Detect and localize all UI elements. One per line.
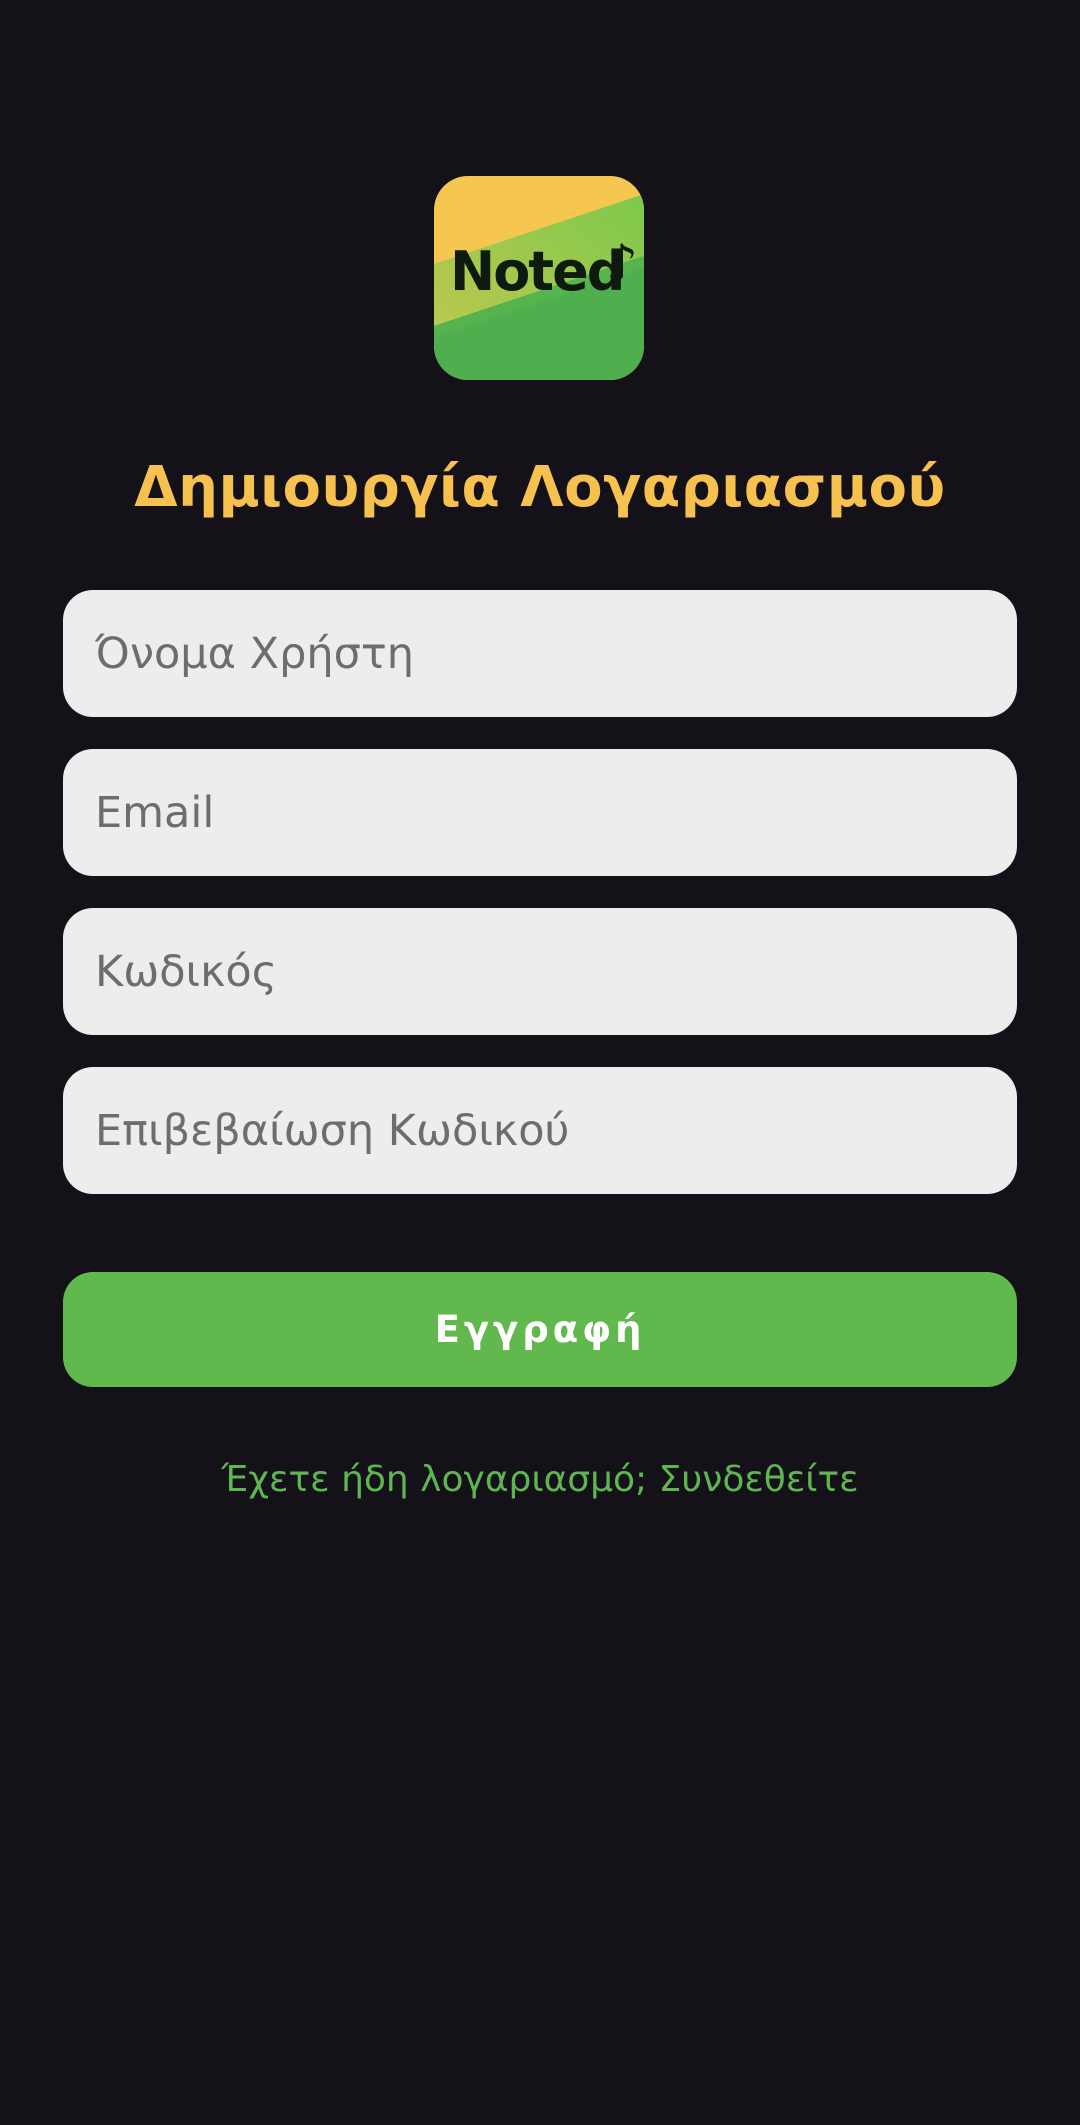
- logo-wordmark: Noted: [450, 240, 623, 303]
- username-input[interactable]: [63, 590, 1017, 717]
- email-input[interactable]: [63, 749, 1017, 876]
- confirm-password-field-container: [63, 1067, 1017, 1194]
- signup-screen: Noted ♪ Δημιουργία Λογαριασμού Εγγραφή Έ…: [0, 0, 1080, 2125]
- username-field-container: [63, 590, 1017, 717]
- confirm-password-input[interactable]: [63, 1067, 1017, 1194]
- app-logo: Noted ♪: [434, 176, 644, 380]
- email-field-container: [63, 749, 1017, 876]
- page-title: Δημιουργία Λογαριασμού: [134, 455, 946, 520]
- music-note-icon: ♪: [606, 234, 638, 292]
- login-link[interactable]: Έχετε ήδη λογαριασμό; Συνδεθείτε: [0, 1452, 1080, 1508]
- password-input[interactable]: [63, 908, 1017, 1035]
- password-field-container: [63, 908, 1017, 1035]
- register-button[interactable]: Εγγραφή: [63, 1272, 1017, 1387]
